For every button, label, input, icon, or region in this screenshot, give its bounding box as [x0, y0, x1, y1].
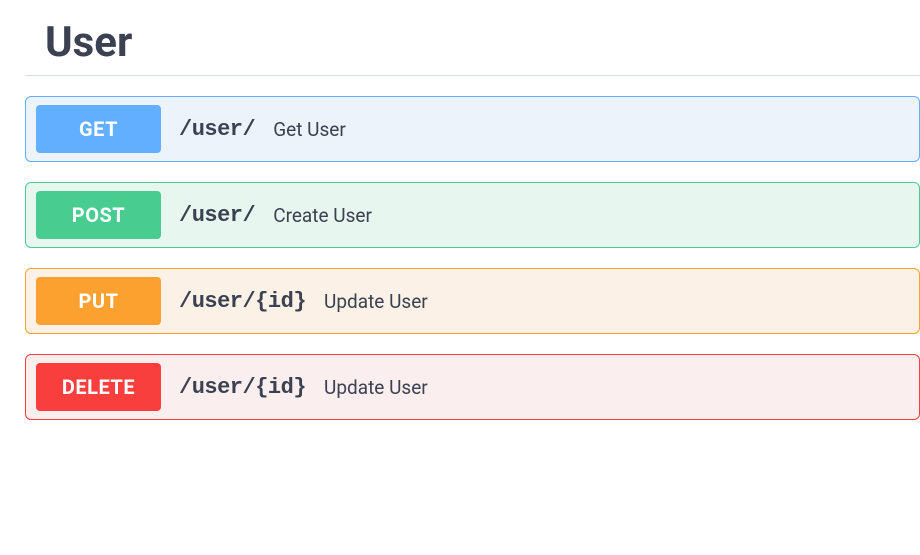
opblock-get-user[interactable]: GET /user/ Get User: [25, 96, 920, 162]
section-title[interactable]: User: [25, 18, 920, 76]
method-badge-put: PUT: [36, 277, 161, 325]
method-badge-get: GET: [36, 105, 161, 153]
opblock-post-user[interactable]: POST /user/ Create User: [25, 182, 920, 248]
method-badge-delete: DELETE: [36, 363, 161, 411]
op-summary: Update User: [324, 376, 428, 399]
op-path: /user/{id}: [179, 375, 306, 400]
op-path: /user/{id}: [179, 289, 306, 314]
api-section: User GET /user/ Get User POST /user/ Cre…: [0, 0, 920, 420]
op-path: /user/: [179, 203, 255, 228]
opblock-put-user[interactable]: PUT /user/{id} Update User: [25, 268, 920, 334]
op-summary: Get User: [273, 118, 346, 141]
method-badge-post: POST: [36, 191, 161, 239]
op-summary: Update User: [324, 290, 428, 313]
op-path: /user/: [179, 117, 255, 142]
op-summary: Create User: [273, 204, 372, 227]
opblock-delete-user[interactable]: DELETE /user/{id} Update User: [25, 354, 920, 420]
